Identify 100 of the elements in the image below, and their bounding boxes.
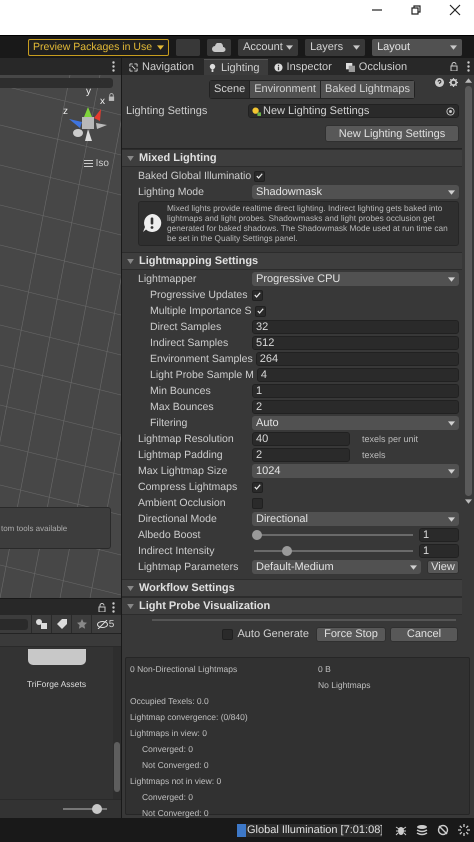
close-icon[interactable] (449, 4, 461, 16)
target-icon[interactable] (446, 106, 455, 116)
number-field[interactable]: 2 (252, 400, 459, 414)
number-field[interactable]: 32 (252, 320, 459, 334)
toolbar-dropdown[interactable]: Layers (305, 38, 366, 56)
new-lighting-settings-button[interactable]: New Lighting Settings (325, 125, 459, 142)
number-field[interactable]: 1 (252, 384, 459, 398)
checkbox[interactable] (252, 482, 263, 492)
asset-icon (252, 106, 261, 116)
field-label: Lightmapper (138, 273, 198, 285)
toolbar-dropdown[interactable]: Layout (372, 38, 462, 56)
warning-icon (142, 213, 162, 233)
stats-text: Lightmaps not in view: 0 (130, 775, 222, 788)
axis-label: z (63, 107, 68, 117)
dropdown[interactable]: Shadowmask (252, 185, 459, 199)
number-field[interactable]: 264 (256, 352, 459, 366)
more-icon[interactable] (112, 602, 115, 612)
dropdown[interactable]: Progressive CPU (252, 272, 459, 286)
caret-icon (157, 44, 164, 50)
dropdown[interactable]: 1024 (252, 464, 459, 478)
tab[interactable]: Navigation (125, 59, 202, 75)
field-label: Environment Samples (150, 353, 254, 365)
stats-text: Converged: 0 (141, 743, 194, 756)
stats-text: Lightmaps in view: 0 (130, 727, 208, 740)
field-label: Lighting Settings (126, 105, 208, 117)
field-label: Indirect Intensity (138, 545, 216, 557)
field-label: Baked Global Illuminatio (138, 170, 252, 182)
section-header[interactable]: Lightmapping Settings (122, 252, 462, 270)
field-label: Max Lightmap Size (138, 465, 228, 477)
lighting-settings-field[interactable]: New Lighting Settings (248, 104, 459, 118)
scene-search-field[interactable] (0, 78, 113, 88)
bulb-icon (208, 63, 217, 72)
more-icon[interactable] (467, 61, 470, 72)
number-field[interactable]: 1 (419, 528, 459, 542)
number-field[interactable]: 512 (252, 336, 459, 350)
number-field[interactable]: 2 (252, 448, 350, 462)
caret-icon (448, 276, 455, 282)
checkbox[interactable] (254, 170, 266, 182)
field-label: Filtering (150, 417, 188, 429)
dropdown[interactable]: Auto (252, 416, 459, 430)
checkbox[interactable] (222, 628, 234, 640)
unit-label: texels per unit (362, 434, 418, 444)
asset-label[interactable]: TriForge Assets (26, 679, 86, 689)
scroll-up-icon[interactable] (464, 78, 472, 83)
section-tab[interactable]: Baked Lightmaps (320, 80, 414, 98)
view-button[interactable]: View (427, 560, 459, 574)
caret-icon (448, 516, 455, 522)
checkbox[interactable] (252, 498, 263, 508)
section-header[interactable]: Light Probe Visualization (122, 597, 462, 615)
bug-icon[interactable] (395, 824, 407, 836)
tab[interactable]: Inspector (270, 59, 340, 75)
restore-icon[interactable] (410, 4, 422, 16)
help-text: Mixed lights provide realtime direct lighting. Indirect lighting gets baked into lightmaps and light probes. Shadowmasks and light probes occlusion get generated for baked shadows. The Shadowmask Mode used at run time can be set in the Quality Settings panel. (167, 203, 449, 243)
field-label: Ambient Occlusion (138, 497, 227, 509)
stack-icon[interactable] (416, 824, 428, 836)
stats-text: Lightmap convergence: (0/840) (130, 711, 249, 724)
field-label: Min Bounces (150, 385, 212, 397)
bake-button[interactable]: Cancel (390, 626, 458, 642)
scrollbar[interactable] (113, 647, 121, 799)
preview-packages-dropdown[interactable]: Preview Packages in Use (28, 38, 170, 56)
section-header[interactable]: Workflow Settings (122, 579, 462, 597)
lock-icon[interactable] (98, 602, 106, 612)
hidden-eye-icon (96, 620, 108, 628)
checkbox-label[interactable]: Auto Generate (237, 628, 309, 640)
bake-button[interactable]: Force Stop (316, 626, 386, 642)
tab[interactable]: Lighting (204, 59, 268, 75)
checkbox[interactable] (252, 290, 263, 300)
projection-label[interactable]: Iso (96, 158, 109, 169)
number-field[interactable]: 40 (252, 432, 350, 446)
number-field[interactable]: 1 (419, 544, 459, 558)
zoom-slider[interactable] (63, 804, 107, 814)
lock-icon[interactable] (108, 93, 115, 101)
stats-text: No Lightmaps (318, 679, 370, 692)
dropdown[interactable]: Directional (252, 512, 459, 526)
menu-icon[interactable] (84, 160, 93, 167)
toolbar-dropdown[interactable]: Account (238, 38, 298, 56)
settings-icon[interactable] (449, 78, 458, 87)
dropdown[interactable]: Default-Medium (252, 560, 421, 574)
cloud-button[interactable] (207, 38, 232, 56)
tab[interactable]: Occlusion (342, 59, 416, 75)
caret-icon (127, 258, 134, 264)
field-label: Lightmap Parameters (138, 561, 240, 573)
info-icon (274, 62, 283, 72)
spinner-icon[interactable] (458, 824, 470, 836)
lock-icon[interactable] (450, 62, 458, 71)
section-tab[interactable]: Scene (210, 80, 250, 98)
help-icon[interactable] (435, 78, 444, 87)
slider[interactable] (252, 546, 413, 556)
caret-icon (286, 44, 294, 50)
field-label: Lightmap Resolution (138, 433, 235, 445)
slider[interactable] (252, 530, 413, 540)
section-header[interactable]: Mixed Lighting (122, 149, 462, 167)
stats-text: Converged: 0 (141, 791, 194, 804)
number-field[interactable]: 4 (256, 368, 459, 382)
more-icon[interactable] (112, 61, 115, 72)
checkbox[interactable] (254, 306, 266, 316)
scroll-down-icon[interactable] (464, 499, 472, 504)
field-label: Max Bounces (150, 401, 215, 413)
axis-label: y (86, 87, 91, 97)
section-tab[interactable]: Environment (250, 80, 320, 98)
